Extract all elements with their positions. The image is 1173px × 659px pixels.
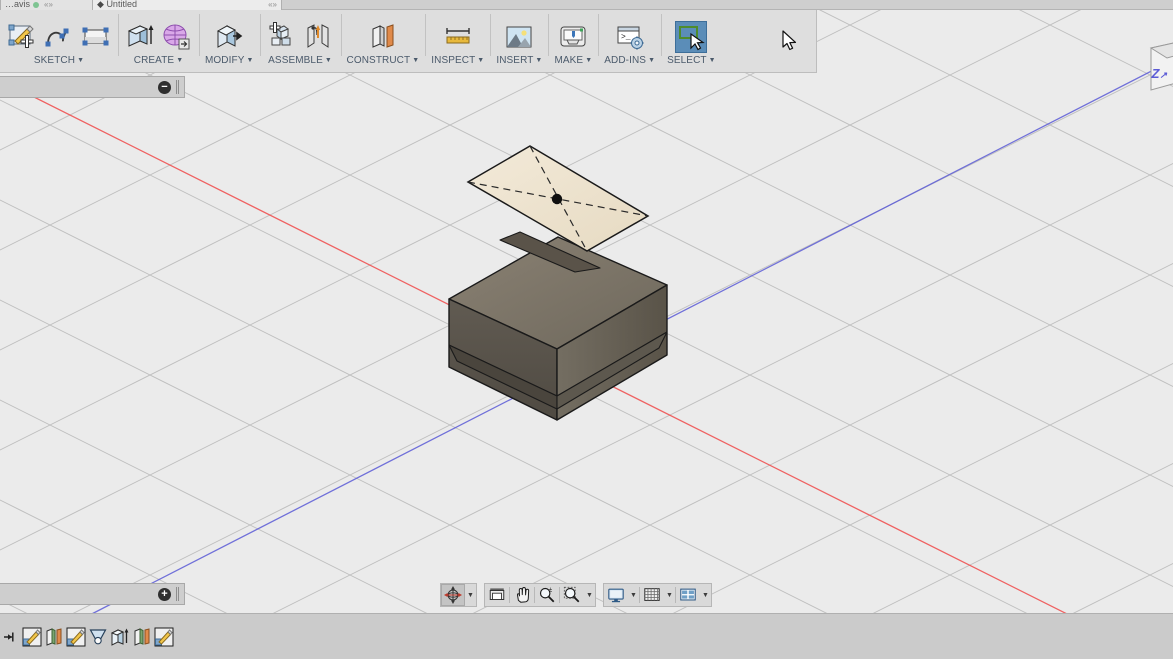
document-tab-strip[interactable]: …avis «» ◆ Untitled «» bbox=[0, 0, 1173, 10]
svg-text:>_: >_ bbox=[621, 33, 631, 42]
ribbon-group-make: MAKE ▼ bbox=[548, 10, 598, 72]
ribbon-toolbar[interactable]: SKETCH ▼ CREATE ▼ MODIFY ▼ ASSEMBLE ▼ CO… bbox=[0, 10, 817, 73]
chevron-down-icon[interactable]: ▼ bbox=[584, 584, 595, 606]
measure-icon[interactable] bbox=[442, 21, 474, 53]
ribbon-group-label[interactable]: ASSEMBLE ▼ bbox=[268, 55, 332, 66]
zoom-icon[interactable]: ± bbox=[535, 584, 559, 606]
ribbon-group-create: CREATE ▼ bbox=[118, 10, 199, 72]
ribbon-group-label[interactable]: ADD-INS ▼ bbox=[604, 55, 655, 66]
ribbon-group-modify: MODIFY ▼ bbox=[199, 10, 260, 72]
collapse-icon[interactable]: − bbox=[158, 80, 171, 94]
3d-print-icon[interactable] bbox=[557, 21, 589, 53]
browser-panel[interactable]: − …saved) …ment Settings …d Views Origin… bbox=[0, 76, 185, 272]
ribbon-group-label[interactable]: MAKE ▼ bbox=[554, 55, 592, 66]
ribbon-group-sketch: SKETCH ▼ bbox=[0, 10, 118, 72]
expand-icon[interactable]: + bbox=[158, 587, 171, 601]
offset-plane-icon[interactable] bbox=[367, 21, 399, 53]
chevron-down-icon[interactable]: ▼ bbox=[700, 584, 711, 606]
browser-tree[interactable]: …saved) …ment Settings …d Views Origin B… bbox=[0, 98, 185, 272]
browser-row-0[interactable]: …saved) bbox=[0, 104, 185, 128]
timeline-item-sketch2[interactable] bbox=[66, 627, 86, 647]
tab-label: Untitled bbox=[106, 0, 137, 9]
z-axis-label: Z↗ bbox=[1151, 66, 1168, 81]
fusion-360-window: R Z↗ …avis «» ◆ Untitled «» bbox=[0, 0, 1173, 659]
extrude-icon[interactable] bbox=[124, 21, 156, 53]
navgroup-display: ▼ ▼ ▼ bbox=[603, 583, 712, 607]
chevron-down-icon[interactable]: ▼ bbox=[628, 584, 639, 606]
navigation-bar[interactable]: ▼ ± ▼ ▼ ▼ ▼ bbox=[440, 583, 712, 607]
ribbon-group-label[interactable]: MODIFY ▼ bbox=[205, 55, 254, 66]
press-pull-icon[interactable] bbox=[213, 21, 245, 53]
panel-grip[interactable] bbox=[176, 80, 180, 94]
pan-icon[interactable] bbox=[510, 584, 534, 606]
ribbon-group-label[interactable]: CREATE ▼ bbox=[134, 55, 183, 66]
joint-icon[interactable] bbox=[303, 21, 335, 53]
browser-row-4[interactable]: Bodies bbox=[0, 200, 185, 224]
timeline-item-sketch1[interactable] bbox=[22, 627, 42, 647]
document-tab-1[interactable]: ◆ Untitled «» bbox=[92, 0, 282, 10]
ribbon-group-select: SELECT ▼ bbox=[661, 10, 722, 72]
svg-text:±: ± bbox=[549, 586, 553, 593]
timeline-item-plane2[interactable] bbox=[132, 627, 152, 647]
timeline-item-loft1[interactable] bbox=[88, 627, 108, 647]
bottom-bar bbox=[0, 613, 1173, 659]
ribbon-group-inspect: INSPECT ▼ bbox=[425, 10, 490, 72]
tab-arrows[interactable]: «» bbox=[44, 0, 53, 9]
navgroup-orbit: ▼ bbox=[440, 583, 477, 607]
ribbon-group-label[interactable]: CONSTRUCT ▼ bbox=[347, 55, 420, 66]
ribbon-group-label[interactable]: INSERT ▼ bbox=[496, 55, 542, 66]
rectangle-icon[interactable] bbox=[80, 21, 112, 53]
browser-row-6[interactable]: Construction bbox=[0, 248, 185, 272]
tab-status-dot bbox=[32, 1, 39, 8]
plane-center-point bbox=[551, 193, 563, 205]
browser-row-3[interactable]: Origin bbox=[0, 176, 185, 200]
look-at-icon[interactable] bbox=[485, 584, 509, 606]
insert-image-icon[interactable] bbox=[503, 21, 535, 53]
timeline-features[interactable] bbox=[16, 627, 174, 647]
browser-panel-footer-wrap: + bbox=[0, 583, 185, 605]
select-window-icon[interactable] bbox=[675, 21, 708, 53]
panel-grip[interactable] bbox=[176, 587, 180, 601]
chevron-down-icon[interactable]: ▼ bbox=[465, 584, 476, 606]
tab-arrows[interactable]: «» bbox=[268, 0, 277, 10]
ribbon-group-insert: INSERT ▼ bbox=[490, 10, 548, 72]
browser-row-2[interactable]: …d Views bbox=[0, 152, 185, 176]
timeline-item-plane1[interactable] bbox=[44, 627, 64, 647]
chevron-down-icon[interactable]: ▼ bbox=[664, 584, 675, 606]
timeline-item-sketch3[interactable] bbox=[154, 627, 174, 647]
zoom-window-icon[interactable] bbox=[560, 584, 584, 606]
mouse-pointer bbox=[782, 30, 797, 51]
viewports-icon[interactable] bbox=[676, 584, 700, 606]
orbit-icon[interactable] bbox=[441, 584, 465, 606]
ribbon-group-label[interactable]: SKETCH ▼ bbox=[34, 55, 84, 66]
browser-row-5[interactable]: Sketches bbox=[0, 224, 185, 248]
browser-panel-footer[interactable]: + bbox=[0, 583, 185, 605]
display-settings-icon[interactable] bbox=[604, 584, 628, 606]
ribbon-group-assemble: ASSEMBLE ▼ bbox=[259, 10, 341, 72]
timeline[interactable] bbox=[0, 616, 174, 658]
new-component-icon[interactable] bbox=[266, 21, 298, 53]
ribbon-group-addins: >_ ADD-INS ▼ bbox=[598, 10, 661, 72]
ribbon-group-label[interactable]: INSPECT ▼ bbox=[431, 55, 484, 66]
ribbon-group-label[interactable]: SELECT ▼ bbox=[667, 55, 716, 66]
create-form-icon[interactable] bbox=[161, 21, 193, 53]
grid-and-snaps-icon[interactable] bbox=[640, 584, 664, 606]
browser-row-1[interactable]: …ment Settings bbox=[0, 128, 185, 152]
timeline-item-extrude1[interactable] bbox=[110, 627, 130, 647]
spline-icon[interactable] bbox=[43, 21, 75, 53]
tab-label: …avis bbox=[5, 0, 31, 9]
browser-panel-header[interactable]: − bbox=[0, 76, 185, 98]
navgroup-view-tools: ± ▼ bbox=[484, 583, 596, 607]
create-sketch-icon[interactable] bbox=[6, 21, 38, 53]
ribbon-group-construct: CONSTRUCT ▼ bbox=[340, 10, 426, 72]
scripts-and-addins-icon[interactable]: >_ bbox=[614, 21, 646, 53]
timeline-begin-icon[interactable] bbox=[0, 616, 16, 658]
